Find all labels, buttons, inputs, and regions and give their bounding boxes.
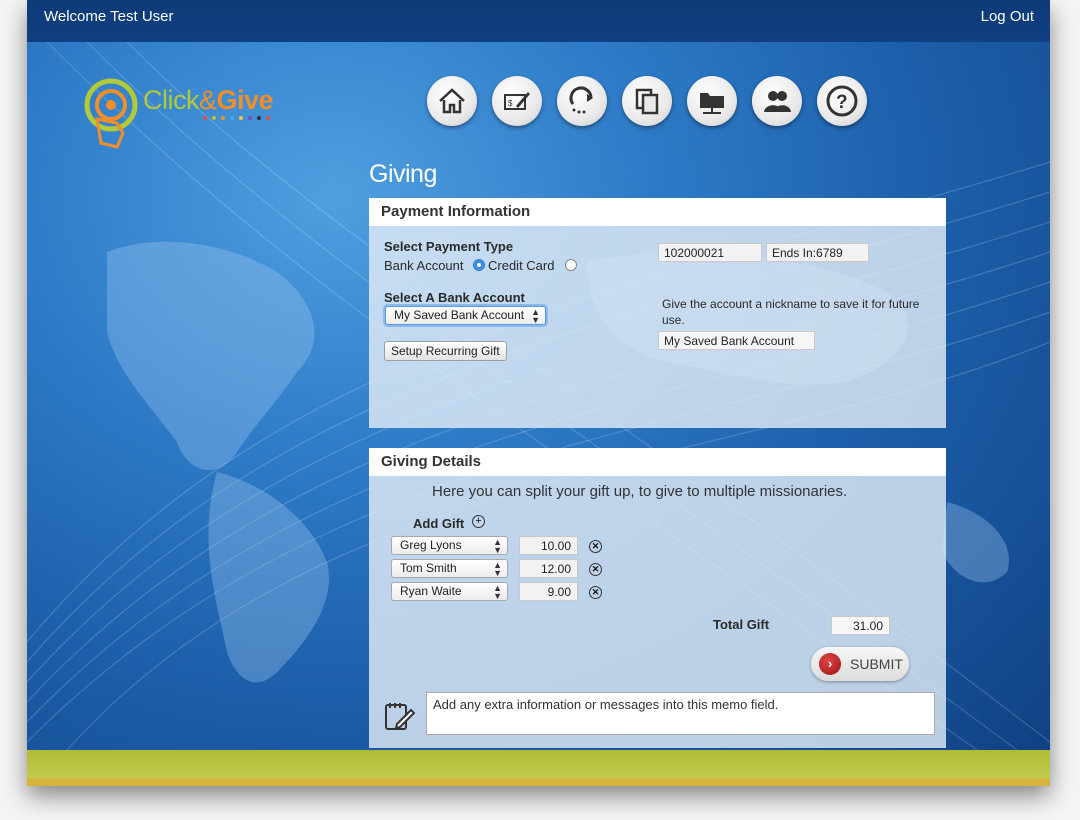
home-button[interactable]	[427, 76, 477, 126]
gift-amount-input[interactable]: 9.00	[519, 582, 578, 601]
gift-missionary-select[interactable]: Ryan Waite ▲ ▼	[391, 582, 508, 601]
help-icon: ?	[826, 85, 858, 117]
folder-network-icon	[700, 93, 724, 114]
giving-panel: Giving Details Here you can split your g…	[369, 448, 946, 748]
gift-missionary-select[interactable]: Greg Lyons ▲ ▼	[391, 536, 508, 555]
total-gift-field: 31.00	[831, 616, 890, 635]
top-bar: Welcome Test User Log Out	[27, 0, 1050, 42]
select-arrows-icon: ▲ ▼	[493, 560, 502, 578]
copy-icon	[635, 88, 659, 115]
gift-amount-input[interactable]: 10.00	[519, 536, 578, 555]
recurring-button[interactable]	[557, 76, 607, 126]
memo-icon	[385, 703, 415, 730]
app-frame: Welcome Test User Log Out Click&Give $ ?…	[27, 0, 1050, 786]
gift-missionary-value: Tom Smith	[400, 561, 457, 575]
credit-card-radio[interactable]	[565, 259, 577, 271]
logo-text: Click&Give	[143, 85, 274, 115]
home-icon	[439, 88, 465, 114]
submit-label: SUBMIT	[850, 656, 903, 672]
bottom-band	[27, 750, 1050, 786]
click-give-logo[interactable]: Click&Give	[83, 73, 303, 153]
remove-gift-icon[interactable]: ✕	[589, 540, 602, 553]
payment-panel-title: Payment Information	[369, 198, 946, 226]
payment-button[interactable]: $	[492, 76, 542, 126]
giving-panel-title: Giving Details	[369, 448, 946, 476]
refresh-icon	[569, 86, 593, 114]
credit-card-option-label: Credit Card	[488, 258, 555, 273]
submit-button[interactable]: › SUBMIT	[811, 647, 909, 681]
svg-text:?: ?	[836, 92, 848, 113]
nickname-hint: Give the account a nickname to save it f…	[662, 297, 920, 327]
page-title: Giving	[369, 160, 437, 188]
account-number-field[interactable]: 102000021	[658, 243, 762, 262]
bank-account-select-value: My Saved Bank Account	[394, 308, 525, 322]
logo-mark-icon	[84, 78, 138, 149]
gift-amount-input[interactable]: 12.00	[519, 559, 578, 578]
users-button[interactable]	[752, 76, 802, 126]
chevron-right-icon: ›	[819, 653, 841, 675]
users-icon	[764, 91, 791, 112]
select-arrows-icon: ▲ ▼	[531, 307, 540, 325]
add-gift-plus-icon[interactable]: +	[472, 515, 485, 528]
payment-panel: Payment Information Select Payment Type …	[369, 198, 946, 428]
giving-intro: Here you can split your gift up, to give…	[432, 483, 848, 500]
select-bank-account-label: Select A Bank Account	[384, 290, 525, 305]
bottom-band-edge	[27, 778, 1050, 786]
bank-account-select[interactable]: My Saved Bank Account ▲ ▼	[385, 306, 546, 325]
gift-missionary-value: Ryan Waite	[400, 584, 462, 598]
svg-text:$: $	[508, 99, 513, 108]
ends-in-field: Ends In:6789	[766, 243, 869, 262]
logo-dots	[203, 116, 270, 120]
gift-missionary-value: Greg Lyons	[400, 538, 462, 552]
bank-account-option-label: Bank Account	[384, 258, 464, 273]
select-arrows-icon: ▲ ▼	[493, 537, 502, 555]
remove-gift-icon[interactable]: ✕	[589, 563, 602, 576]
nickname-input[interactable]: My Saved Bank Account	[658, 331, 815, 350]
welcome-text: Welcome Test User	[44, 8, 174, 25]
memo-field[interactable]: Add any extra information or messages in…	[426, 692, 935, 735]
bank-account-radio[interactable]	[473, 259, 485, 271]
total-gift-label: Total Gift	[713, 617, 770, 632]
select-arrows-icon: ▲ ▼	[493, 583, 502, 601]
add-gift-label: Add Gift	[413, 516, 465, 531]
logout-link[interactable]: Log Out	[981, 8, 1034, 25]
select-payment-type-label: Select Payment Type	[384, 239, 514, 254]
remove-gift-icon[interactable]: ✕	[589, 586, 602, 599]
help-button[interactable]: ?	[817, 76, 867, 126]
edit-payment-icon: $	[504, 92, 530, 110]
folders-button[interactable]	[687, 76, 737, 126]
documents-button[interactable]	[622, 76, 672, 126]
setup-recurring-gift-button[interactable]: Setup Recurring Gift	[384, 341, 507, 361]
gift-missionary-select[interactable]: Tom Smith ▲ ▼	[391, 559, 508, 578]
main-nav: $ ?	[427, 76, 867, 126]
